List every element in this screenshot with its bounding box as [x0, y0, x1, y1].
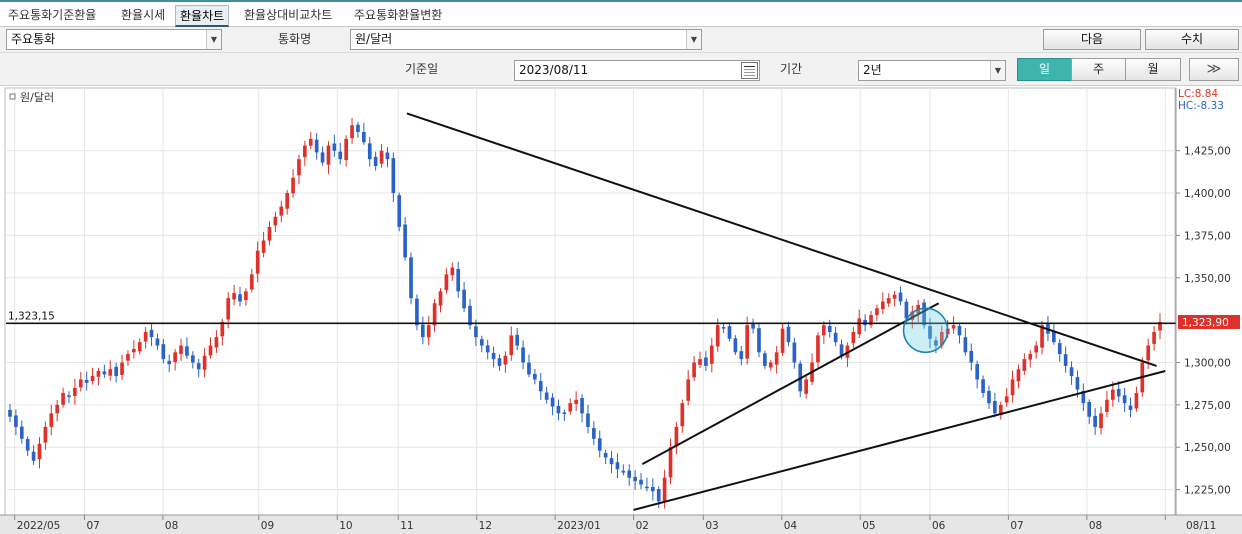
y-tick-label: 1,275,00	[1184, 400, 1231, 412]
period-label: 기간	[780, 62, 803, 76]
base-date-value: 2023/08/11	[519, 63, 589, 77]
date-toolbar: 기준일 2023/08/11 기간 2년 ▼ 일 주 월 ≫	[0, 53, 1242, 86]
interval-week-button[interactable]: 주	[1071, 58, 1126, 81]
candle	[409, 252, 413, 305]
tab-major-currency-rates[interactable]: 주요통화기준환율	[4, 5, 100, 27]
exchange-rate-app: 주요통화기준환율 환율시세 환율차트 환율상대비교차트 주요통화환율변환 주요통…	[0, 0, 1242, 534]
tab-rate-chart[interactable]: 환율차트	[175, 5, 230, 27]
value-button[interactable]: 수치	[1145, 29, 1239, 50]
x-tick-label: 11	[400, 520, 413, 532]
currency-select[interactable]: 원/달러 ▼	[350, 29, 702, 50]
x-tick-label: 08/11	[1186, 520, 1216, 532]
y-tick-label: 1,300,00	[1184, 358, 1231, 370]
x-tick-label: 07	[1010, 520, 1023, 532]
tab-relative-comparison-chart[interactable]: 환율상대비교차트	[240, 5, 336, 27]
x-tick-label: 08	[1089, 520, 1102, 532]
x-tick-label: 03	[705, 520, 718, 532]
tab-currency-converter[interactable]: 주요통화환율변환	[350, 5, 446, 27]
chart-title: 원/달러	[20, 91, 54, 104]
x-tick-label: 05	[862, 520, 875, 532]
y-tick-label: 1,350,00	[1184, 273, 1231, 285]
currency-toolbar: 주요통화 ▼ 통화명 원/달러 ▼ 다음 수치	[0, 27, 1242, 53]
currency-group-value: 주요통화	[11, 32, 56, 46]
highlight-circle	[902, 307, 949, 354]
candle	[397, 192, 402, 232]
double-chevron-right-icon[interactable]: ≫	[1189, 58, 1239, 81]
candle	[816, 332, 820, 368]
x-tick-label: 06	[932, 520, 946, 532]
x-tick-label: 09	[261, 520, 274, 532]
next-button[interactable]: 다음	[1043, 29, 1141, 50]
y-tick-label: 1,250,00	[1184, 442, 1231, 454]
currency-value: 원/달러	[355, 32, 393, 46]
base-date-input[interactable]: 2023/08/11	[514, 60, 760, 81]
interval-month-button[interactable]: 월	[1125, 58, 1181, 81]
x-tick-label: 08	[165, 520, 178, 532]
y-tick-label: 1,375,00	[1184, 230, 1231, 242]
y-tick-label: 1,400,00	[1184, 188, 1231, 200]
currency-group-select[interactable]: 주요통화 ▼	[6, 29, 222, 50]
chart-panel: 1,323,15 1,425,00 1,400,00 1,375,00 1,350,0…	[0, 86, 1242, 534]
hc-label: HC:-8.33	[1178, 100, 1224, 112]
chevron-down-icon[interactable]: ▼	[206, 30, 221, 49]
x-tick-label: 12	[479, 520, 492, 532]
period-value: 2년	[863, 63, 882, 77]
tab-rate-quotes[interactable]: 환율시세	[117, 5, 169, 27]
interval-day-button[interactable]: 일	[1017, 58, 1072, 81]
x-tick-label: 2023/01	[557, 520, 601, 532]
current-price-label: 1,323,90	[1182, 317, 1229, 329]
calendar-icon[interactable]	[741, 62, 758, 79]
candle	[757, 323, 761, 358]
chevron-down-icon[interactable]: ▼	[990, 61, 1005, 80]
base-date-label: 기준일	[405, 62, 439, 76]
chevron-down-icon[interactable]: ▼	[686, 30, 701, 49]
lc-label: LC:8.84	[1178, 88, 1218, 100]
x-tick-label: 2022/05	[17, 520, 61, 532]
period-select[interactable]: 2년 ▼	[858, 60, 1006, 81]
x-tick-label: 02	[636, 520, 649, 532]
x-tick-label: 04	[784, 520, 798, 532]
tab-strip: 주요통화기준환율 환율시세 환율차트 환율상대비교차트 주요통화환율변환	[0, 0, 1242, 27]
y-tick-label: 1,225,00	[1184, 485, 1231, 497]
currency-label: 통화명	[278, 32, 312, 46]
x-tick-label: 07	[86, 520, 99, 532]
x-tick-label: 10	[339, 520, 352, 532]
candle	[415, 294, 419, 331]
y-tick-label: 1,425,00	[1184, 146, 1231, 158]
reference-line-label: 1,323,15	[8, 310, 55, 322]
rate-chart: 1,323,15 1,425,00 1,400,00 1,375,00 1,350,0…	[0, 86, 1242, 534]
